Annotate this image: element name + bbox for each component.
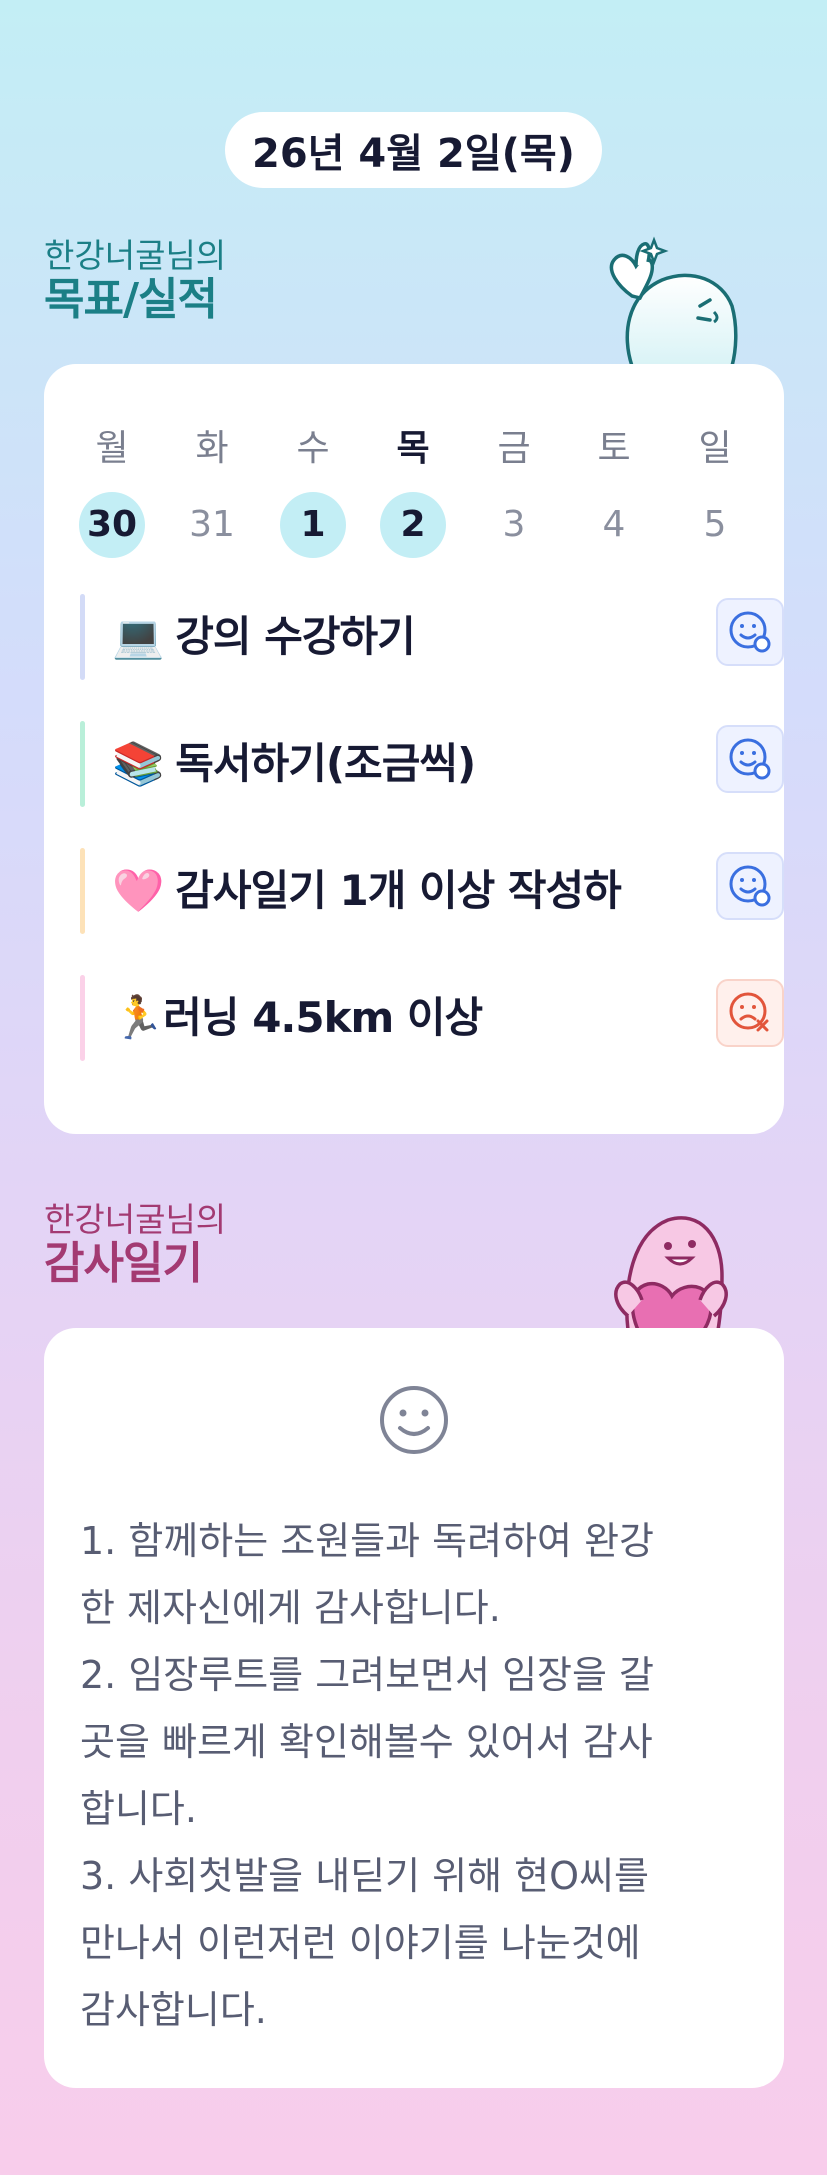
day-name: 화: [195, 428, 229, 469]
gratitude-diary-text: 1. 함께하는 조원들과 독려하여 완강 한 제자신에게 감사합니다. 2. 임…: [80, 1519, 655, 2032]
goal-color-bar: [80, 721, 85, 807]
day-fri[interactable]: 금 3: [474, 424, 554, 558]
day-sun[interactable]: 일 5: [675, 424, 755, 558]
day-wed[interactable]: 수 1: [273, 424, 353, 558]
runner-icon: 🏃: [112, 993, 164, 1042]
goal-item[interactable]: 🏃러닝 4.5km 이상: [80, 975, 784, 1061]
goal-status-done[interactable]: [716, 725, 784, 793]
goals-title: 목표/실적: [44, 274, 218, 325]
goal-status-done[interactable]: [716, 598, 784, 666]
goal-label: 강의 수강하기: [175, 612, 415, 661]
sad-x-icon: [729, 992, 769, 1032]
day-date: 30: [79, 492, 145, 558]
day-date: 1: [280, 492, 346, 558]
day-tue[interactable]: 화 31: [172, 424, 252, 558]
mascot-heart-illustration: [614, 1216, 728, 1330]
laptop-icon: 💻: [112, 612, 164, 661]
day-mon[interactable]: 월 30: [72, 424, 152, 558]
day-name: 토: [597, 428, 631, 469]
goal-label: 감사일기 1개 이상 작성하: [175, 866, 621, 915]
pink-heart-icon: 🩷: [112, 866, 164, 915]
goal-item[interactable]: 💻 강의 수강하기: [80, 594, 784, 680]
day-date: 5: [703, 504, 727, 545]
day-date: 2: [380, 492, 446, 558]
smile-icon[interactable]: [378, 1384, 450, 1456]
goal-text: 🩷 감사일기 1개 이상 작성하: [112, 848, 622, 934]
goals-card: 월 30 화 31 수 1 목 2 금 3 토 4 일 5 💻강의 수강하기: [44, 364, 784, 1134]
goal-color-bar: [80, 975, 85, 1061]
day-date: 31: [189, 504, 235, 545]
smile-check-icon: [729, 738, 771, 780]
smile-check-icon: [729, 611, 771, 653]
goal-text: 📚 독서하기(조금씩): [112, 721, 476, 807]
mascot-thumbs-up-illustration: [609, 236, 738, 366]
day-date: 3: [502, 504, 526, 545]
goal-color-bar: [80, 848, 85, 934]
goal-item[interactable]: 📚 독서하기(조금씩): [80, 721, 784, 807]
day-name: 수: [296, 428, 330, 469]
goal-label: 러닝 4.5km 이상: [163, 993, 483, 1042]
smile-check-icon: [729, 865, 771, 907]
goal-color-bar: [80, 594, 85, 680]
day-date: 4: [602, 504, 626, 545]
goals-section-title: 한강너굴님의 목표/실적: [44, 236, 226, 324]
goal-item[interactable]: 🩷 감사일기 1개 이상 작성하: [80, 848, 784, 934]
goal-label: 독서하기(조금씩): [175, 739, 476, 788]
gratitude-card: 1. 함께하는 조원들과 독려하여 완강 한 제자신에게 감사합니다. 2. 임…: [44, 1328, 784, 2088]
day-name: 일: [698, 428, 732, 469]
goal-text: 💻 강의 수강하기: [112, 594, 416, 680]
day-name: 금: [497, 428, 531, 469]
gratitude-title: 감사일기: [44, 1238, 203, 1289]
goals-owner-label: 한강너굴님의: [44, 236, 227, 275]
gratitude-owner-label: 한강너굴님의: [44, 1200, 227, 1239]
day-name: 목: [396, 428, 430, 469]
date-pill[interactable]: 26년 4월 2일(목): [225, 112, 602, 188]
day-sat[interactable]: 토 4: [574, 424, 654, 558]
books-icon: 📚: [112, 739, 164, 788]
goal-status-done[interactable]: [716, 852, 784, 920]
goal-text: 🏃러닝 4.5km 이상: [112, 975, 483, 1061]
day-name: 월: [95, 428, 129, 469]
gratitude-section-title: 한강너굴님의 감사일기: [44, 1200, 226, 1288]
day-thu[interactable]: 목 2: [373, 424, 453, 558]
goal-status-failed[interactable]: [716, 979, 784, 1047]
